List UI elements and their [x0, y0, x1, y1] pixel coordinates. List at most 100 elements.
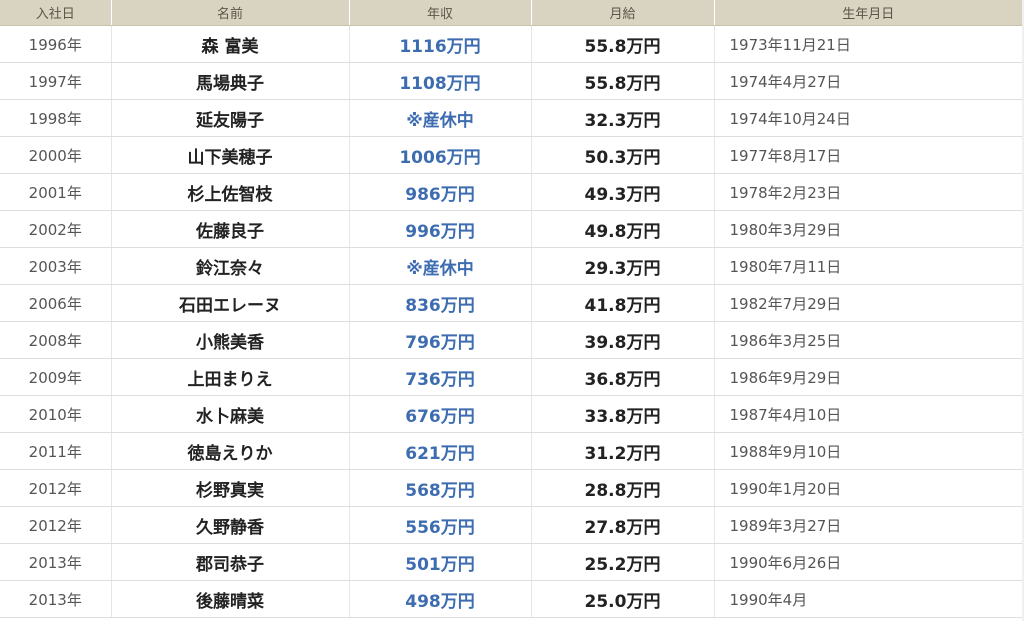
cell-birth-date: 1980年3月29日	[714, 210, 1022, 248]
cell-join-year: 2013年	[0, 580, 112, 618]
cell-monthly-salary: 27.8万円	[531, 506, 715, 544]
table-row: 2009年 上田まりえ 736万円 36.8万円 1986年9月29日	[0, 358, 1022, 396]
cell-annual-income: 736万円	[349, 358, 532, 396]
table-row: 2006年 石田エレーヌ 836万円 41.8万円 1982年7月29日	[0, 284, 1022, 322]
cell-annual-income: 568万円	[349, 469, 532, 507]
table-row: 2013年 後藤晴菜 498万円 25.0万円 1990年4月	[0, 580, 1022, 618]
cell-birth-date: 1980年7月11日	[714, 247, 1022, 285]
cell-monthly-salary: 31.2万円	[531, 432, 715, 470]
cell-annual-income: 676万円	[349, 395, 532, 433]
cell-birth-date: 1990年1月20日	[714, 469, 1022, 507]
header-join-date: 入社日	[0, 0, 112, 26]
cell-monthly-salary: 25.0万円	[531, 580, 715, 618]
cell-monthly-salary: 41.8万円	[531, 284, 715, 322]
header-name: 名前	[111, 0, 350, 26]
cell-join-year: 2010年	[0, 395, 112, 433]
cell-birth-date: 1973年11月21日	[714, 25, 1022, 63]
cell-join-year: 2013年	[0, 543, 112, 581]
table-row: 2000年 山下美穂子 1006万円 50.3万円 1977年8月17日	[0, 136, 1022, 174]
cell-name: 上田まりえ	[111, 358, 350, 396]
cell-birth-date: 1974年4月27日	[714, 62, 1022, 100]
cell-join-year: 2008年	[0, 321, 112, 359]
cell-monthly-salary: 33.8万円	[531, 395, 715, 433]
table-row: 2003年 鈴江奈々 ※産休中 29.3万円 1980年7月11日	[0, 247, 1022, 285]
cell-monthly-salary: 49.8万円	[531, 210, 715, 248]
cell-annual-income: 501万円	[349, 543, 532, 581]
cell-name: 後藤晴菜	[111, 580, 350, 618]
cell-monthly-salary: 49.3万円	[531, 173, 715, 211]
cell-annual-income: 1108万円	[349, 62, 532, 100]
cell-annual-income: 498万円	[349, 580, 532, 618]
cell-join-year: 2002年	[0, 210, 112, 248]
page: 入社日 名前 年収 月給 生年月日 1996年森 富美 1116万円 55.8万円 1…	[0, 0, 1024, 621]
cell-birth-date: 1990年6月26日	[714, 543, 1022, 581]
cell-birth-date: 1988年9月10日	[714, 432, 1022, 470]
cell-join-year: 2012年	[0, 469, 112, 507]
header-birth-date: 生年月日	[714, 0, 1022, 26]
announcer-salary-table: 入社日 名前 年収 月給 生年月日 1996年森 富美 1116万円 55.8万円 1…	[0, 0, 1022, 618]
cell-annual-income: 986万円	[349, 173, 532, 211]
cell-annual-income: 556万円	[349, 506, 532, 544]
cell-join-year: 2000年	[0, 136, 112, 174]
cell-monthly-salary: 29.3万円	[531, 247, 715, 285]
cell-monthly-salary: 25.2万円	[531, 543, 715, 581]
cell-annual-income: 1116万円	[349, 25, 532, 63]
cell-name: 杉上佐智枝	[111, 173, 350, 211]
cell-name: 小熊美香	[111, 321, 350, 359]
cell-name: 水卜麻美	[111, 395, 350, 433]
cell-birth-date: 1990年4月	[714, 580, 1022, 618]
cell-name: 延友陽子	[111, 99, 350, 137]
cell-birth-date: 1974年10月24日	[714, 99, 1022, 137]
header-monthly-salary: 月給	[531, 0, 715, 26]
cell-name: 馬場典子	[111, 62, 350, 100]
cell-join-year: 2011年	[0, 432, 112, 470]
table-row: 1996年森 富美 1116万円 55.8万円 1973年11月21日	[0, 25, 1022, 63]
cell-birth-date: 1987年4月10日	[714, 395, 1022, 433]
table-row: 1998年 延友陽子 ※産休中 32.3万円 1974年10月24日	[0, 99, 1022, 137]
table-row: 2010年 水卜麻美 676万円 33.8万円 1987年4月10日	[0, 395, 1022, 433]
cell-join-year: 2006年	[0, 284, 112, 322]
cell-birth-date: 1978年2月23日	[714, 173, 1022, 211]
cell-monthly-salary: 32.3万円	[531, 99, 715, 137]
cell-monthly-salary: 36.8万円	[531, 358, 715, 396]
cell-join-year: 2012年	[0, 506, 112, 544]
cell-annual-income: 996万円	[349, 210, 532, 248]
cell-annual-income: 621万円	[349, 432, 532, 470]
table-row: 2012年 久野静香 556万円 27.8万円 1989年3月27日	[0, 506, 1022, 544]
cell-name: 久野静香	[111, 506, 350, 544]
cell-name: 郡司恭子	[111, 543, 350, 581]
table-header: 入社日 名前 年収 月給 生年月日	[0, 0, 1022, 26]
header-annual-income: 年収	[349, 0, 532, 26]
cell-join-year: 2009年	[0, 358, 112, 396]
cell-monthly-salary: 39.8万円	[531, 321, 715, 359]
cell-join-year: 2003年	[0, 247, 112, 285]
cell-birth-date: 1982年7月29日	[714, 284, 1022, 322]
cell-name: 徳島えりか	[111, 432, 350, 470]
table-body: 1996年森 富美 1116万円 55.8万円 1973年11月21日 1997年 馬場典…	[0, 25, 1022, 618]
cell-birth-date: 1986年9月29日	[714, 358, 1022, 396]
cell-annual-income: 796万円	[349, 321, 532, 359]
cell-annual-income: ※産休中	[349, 247, 532, 285]
cell-join-year: 2001年	[0, 173, 112, 211]
cell-name: 鈴江奈々	[111, 247, 350, 285]
table-row: 2013年 郡司恭子 501万円 25.2万円 1990年6月26日	[0, 543, 1022, 581]
cell-monthly-salary: 28.8万円	[531, 469, 715, 507]
table-row: 2011年 徳島えりか 621万円 31.2万円 1988年9月10日	[0, 432, 1022, 470]
cell-annual-income: 1006万円	[349, 136, 532, 174]
header-row: 入社日 名前 年収 月給 生年月日	[0, 0, 1022, 26]
cell-monthly-salary: 50.3万円	[531, 136, 715, 174]
cell-monthly-salary: 55.8万円	[531, 62, 715, 100]
cell-name: 佐藤良子	[111, 210, 350, 248]
table-row: 2002年 佐藤良子 996万円 49.8万円 1980年3月29日	[0, 210, 1022, 248]
cell-join-year: 1998年	[0, 99, 112, 137]
cell-annual-income: ※産休中	[349, 99, 532, 137]
cell-name: 石田エレーヌ	[111, 284, 350, 322]
cell-name: 山下美穂子	[111, 136, 350, 174]
table-row: 2012年 杉野真実 568万円 28.8万円 1990年1月20日	[0, 469, 1022, 507]
cell-join-year: 1997年	[0, 62, 112, 100]
cell-monthly-salary: 55.8万円	[531, 25, 715, 63]
table-row: 2001年 杉上佐智枝 986万円 49.3万円 1978年2月23日	[0, 173, 1022, 211]
cell-birth-date: 1986年3月25日	[714, 321, 1022, 359]
cell-birth-date: 1977年8月17日	[714, 136, 1022, 174]
table-row: 2008年 小熊美香 796万円 39.8万円 1986年3月25日	[0, 321, 1022, 359]
